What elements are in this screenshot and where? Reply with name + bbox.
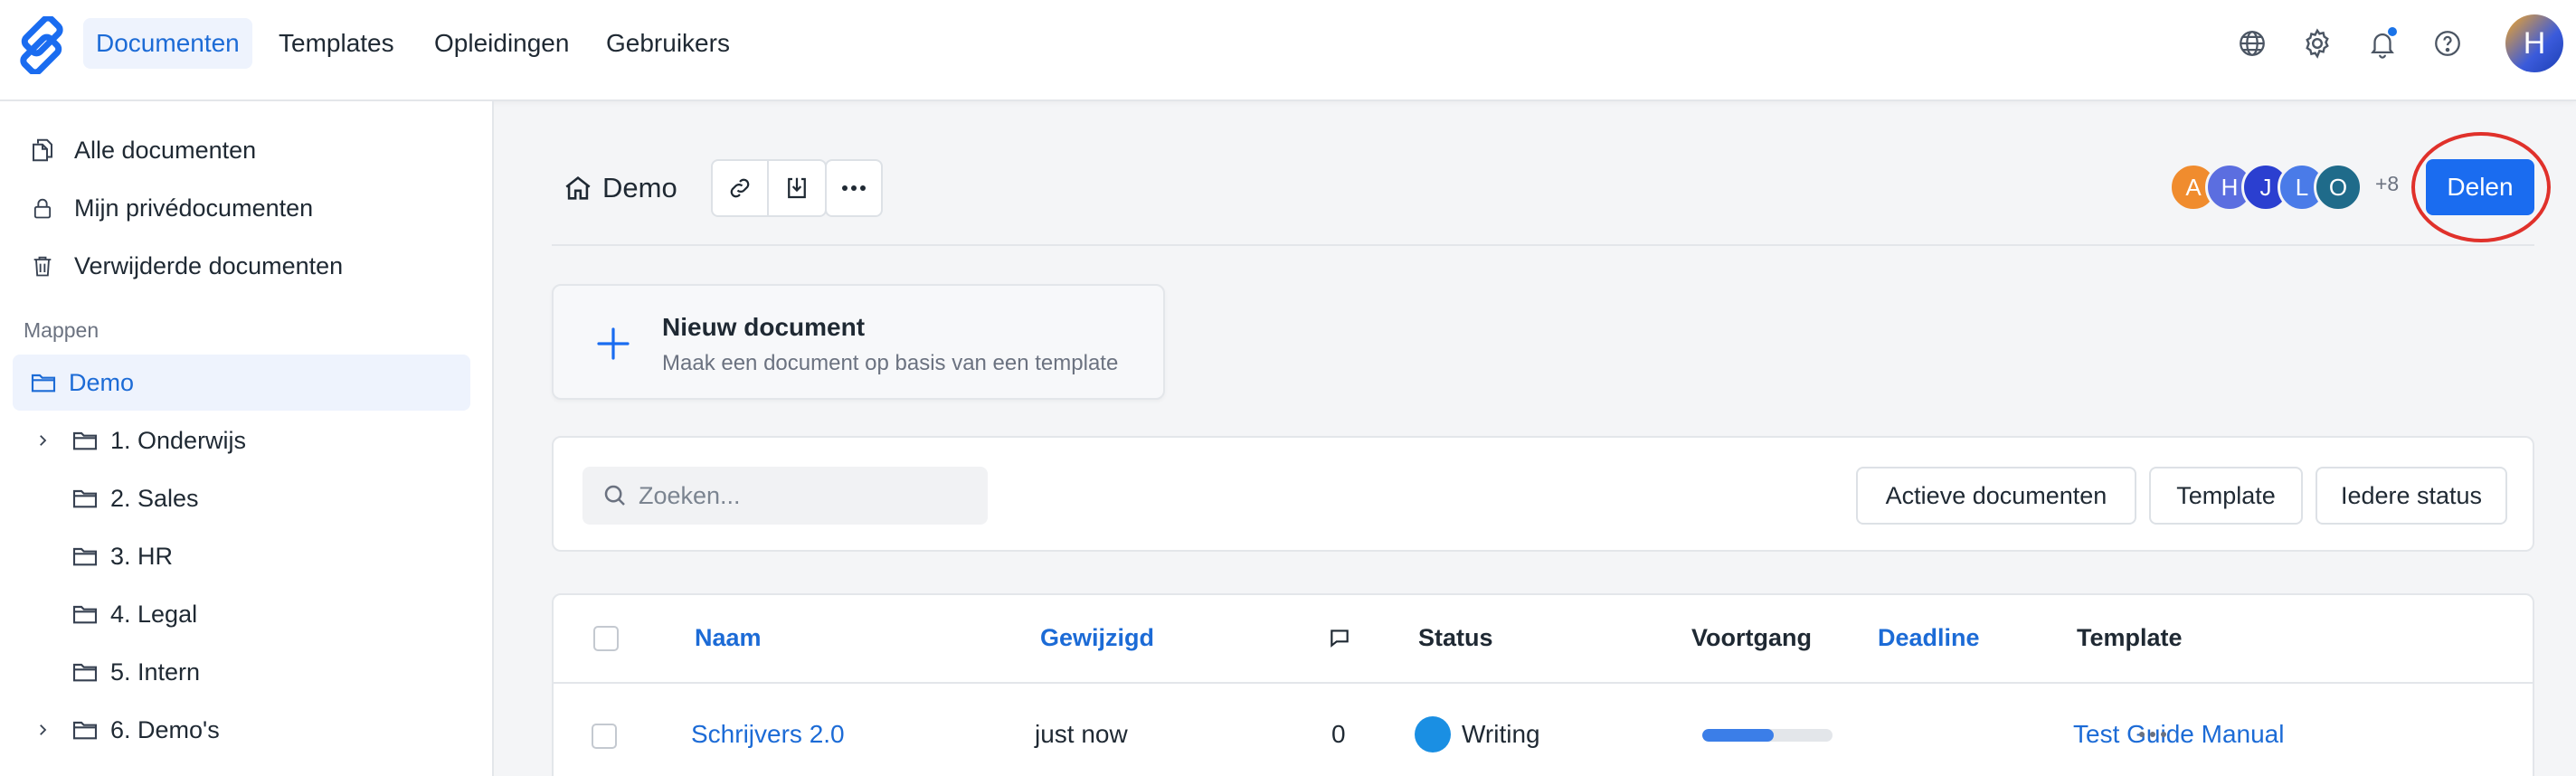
template-link[interactable]: Test Guide Manual xyxy=(2073,720,2284,749)
folder-demos[interactable]: 6. Demo's xyxy=(13,702,470,758)
filter-template-button[interactable]: Template xyxy=(2149,467,2303,525)
column-header-progress: Voortgang xyxy=(1691,624,1812,651)
sidebar-item-label: Alle documenten xyxy=(74,136,257,164)
folder-icon xyxy=(67,480,103,516)
row-more-button[interactable] xyxy=(2129,718,2176,751)
extra-members-count[interactable]: +8 xyxy=(2375,172,2399,196)
status-value[interactable]: Writing xyxy=(1462,720,1540,749)
copy-link-button[interactable] xyxy=(713,161,769,215)
column-header-deadline[interactable]: Deadline xyxy=(1878,624,1980,652)
folder-label: 3. HR xyxy=(110,542,174,570)
folder-actions-group xyxy=(711,159,827,217)
new-document-card[interactable]: Nieuw document Maak een document op basi… xyxy=(552,284,1165,400)
notification-dot xyxy=(2388,27,2397,36)
tab-templates[interactable]: Templates xyxy=(266,18,407,69)
ellipsis-icon xyxy=(841,184,867,193)
folder-intern[interactable]: 5. Intern xyxy=(13,644,470,700)
folder-label: 6. Demo's xyxy=(110,715,220,743)
ellipsis-icon xyxy=(2138,731,2167,738)
share-button[interactable]: Delen xyxy=(2426,159,2534,215)
link-icon xyxy=(726,175,753,202)
column-header-status: Status xyxy=(1418,624,1493,651)
comment-icon xyxy=(1328,626,1351,656)
search-icon xyxy=(597,478,633,514)
tab-gebruikers[interactable]: Gebruikers xyxy=(593,18,743,69)
comment-count: 0 xyxy=(1331,720,1346,748)
tab-opleidingen[interactable]: Opleidingen xyxy=(421,18,582,69)
sidebar-item-mijn-privedocumenten[interactable]: Mijn privédocumenten xyxy=(13,183,470,233)
filter-bar: Actieve documenten Template Iedere statu… xyxy=(552,436,2534,552)
globe-icon[interactable] xyxy=(2232,24,2272,63)
folder-icon xyxy=(67,538,103,574)
row-checkbox[interactable] xyxy=(592,724,617,749)
folder-icon xyxy=(67,654,103,690)
lock-icon xyxy=(24,189,62,227)
download-icon xyxy=(783,175,810,202)
header-row-divider xyxy=(554,682,2533,684)
header-divider xyxy=(552,244,2534,246)
new-document-title: Nieuw document xyxy=(662,313,866,341)
sidebar-item-label: Verwijderde documenten xyxy=(74,251,344,279)
folder-label: 5. Intern xyxy=(110,658,201,686)
download-button[interactable] xyxy=(769,161,825,215)
filter-active-documents-button[interactable]: Actieve documenten xyxy=(1856,467,2136,525)
filter-status-button[interactable]: Iedere status xyxy=(2316,467,2507,525)
documents-icon xyxy=(24,131,62,169)
progress-bar xyxy=(1702,729,1833,742)
top-navigation-bar: Documenten Templates Opleidingen Gebruik… xyxy=(0,0,2576,101)
progress-bar-fill xyxy=(1702,729,1775,742)
trash-icon xyxy=(24,247,62,285)
folder-label: 4. Legal xyxy=(110,600,198,628)
bell-icon[interactable] xyxy=(2363,24,2402,63)
sidebar-item-alle-documenten[interactable]: Alle documenten xyxy=(13,125,470,175)
member-avatars[interactable]: A H J L O xyxy=(2169,163,2363,212)
folder-hr[interactable]: 3. HR xyxy=(13,528,470,584)
column-header-name[interactable]: Naam xyxy=(695,624,762,652)
folder-label: 1. Onderwijs xyxy=(110,426,247,454)
folders-heading: Mappen xyxy=(24,318,99,342)
user-avatar[interactable]: H xyxy=(2505,14,2563,72)
new-document-subtitle: Maak een document op basis van een templ… xyxy=(662,351,1119,375)
status-indicator xyxy=(1415,716,1451,752)
sidebar: Alle documenten Mijn privédocumenten Ver… xyxy=(0,101,494,776)
app-logo-icon[interactable] xyxy=(13,14,71,76)
more-options-button[interactable] xyxy=(825,159,883,217)
document-name-link[interactable]: Schrijvers 2.0 xyxy=(691,720,845,749)
select-all-checkbox[interactable] xyxy=(593,626,619,651)
help-icon[interactable] xyxy=(2428,24,2467,63)
tab-documenten[interactable]: Documenten xyxy=(83,18,252,69)
chevron-right-icon[interactable] xyxy=(29,427,56,454)
sidebar-item-verwijderde-documenten[interactable]: Verwijderde documenten xyxy=(13,241,470,291)
folder-legal[interactable]: 4. Legal xyxy=(13,586,470,642)
search-input[interactable] xyxy=(639,481,982,510)
folder-title: Demo xyxy=(602,172,677,203)
folder-label: 2. Sales xyxy=(110,484,199,512)
plus-icon xyxy=(588,318,639,369)
sidebar-item-label: Mijn privédocumenten xyxy=(74,194,314,222)
folder-icon xyxy=(67,712,103,748)
modified-value: just now xyxy=(1035,720,1128,748)
folder-icon xyxy=(67,422,103,459)
documents-table: Naam Gewijzigd Status Voortgang Deadline… xyxy=(552,593,2534,776)
folder-sales[interactable]: 2. Sales xyxy=(13,470,470,526)
folder-demo[interactable]: Demo xyxy=(13,355,470,411)
page-title: Demo xyxy=(563,163,677,213)
folder-icon xyxy=(25,364,62,401)
folder-label: Demo xyxy=(69,368,135,396)
column-header-modified[interactable]: Gewijzigd xyxy=(1040,624,1154,652)
home-icon xyxy=(563,173,593,203)
folder-icon xyxy=(67,596,103,632)
column-header-template: Template xyxy=(2077,624,2183,651)
avatar: O xyxy=(2314,163,2363,212)
gear-icon[interactable] xyxy=(2297,24,2337,63)
folder-onderwijs[interactable]: 1. Onderwijs xyxy=(13,412,470,468)
search-box[interactable] xyxy=(582,467,988,525)
chevron-right-icon[interactable] xyxy=(29,716,56,743)
